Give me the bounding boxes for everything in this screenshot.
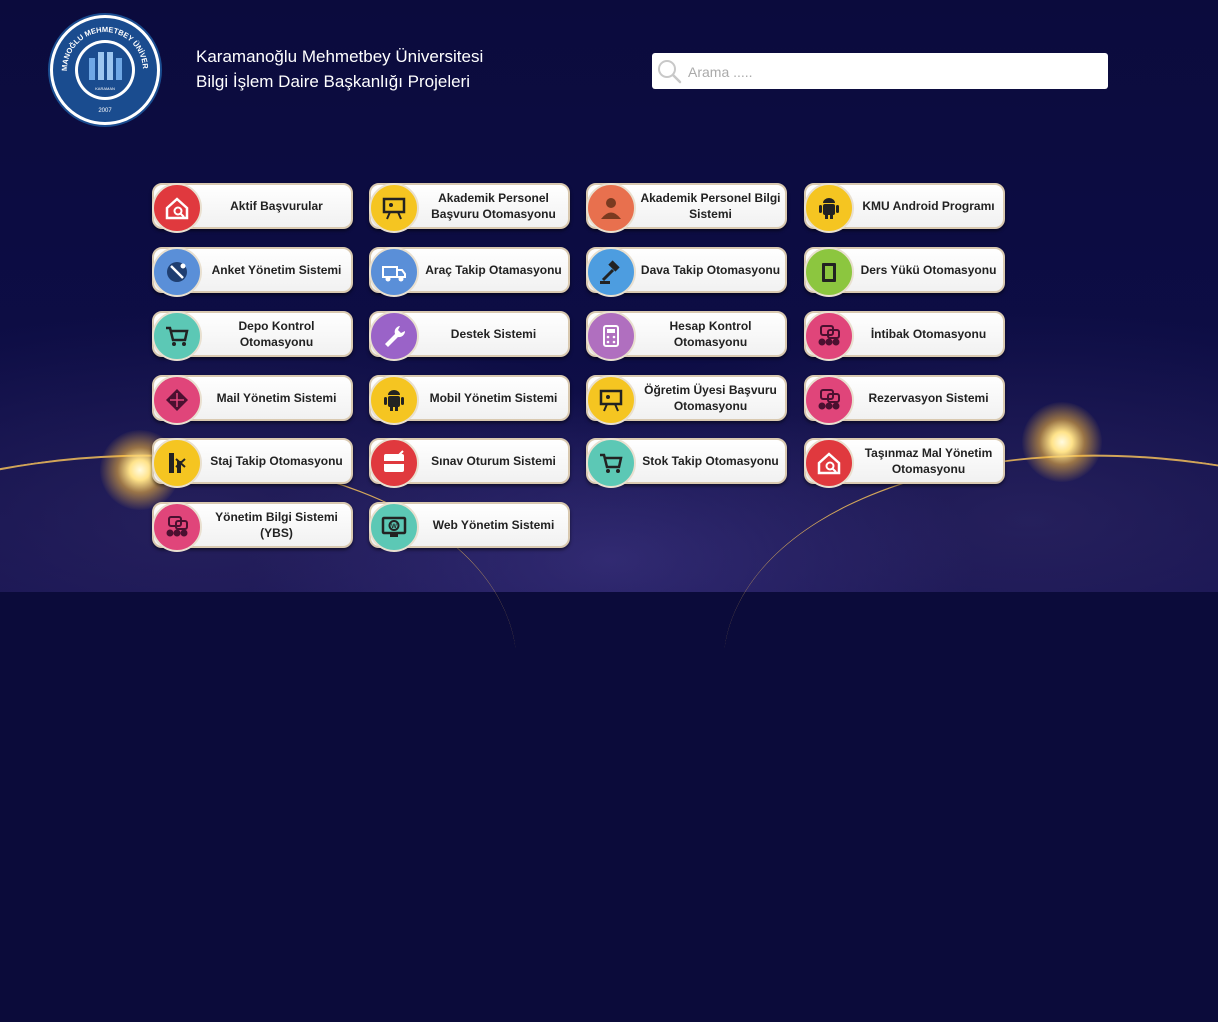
project-link[interactable]: Mobil Yönetim Sistemi xyxy=(369,375,570,425)
truck-icon xyxy=(369,247,419,297)
project-label: İntibak Otomasyonu xyxy=(870,327,987,341)
svg-text:W: W xyxy=(391,524,397,530)
university-logo[interactable]: KARAMANOĞLU MEHMETBEY ÜNİVERSİTESİ KARAM… xyxy=(50,15,160,125)
project-link[interactable]: Akademik Personel Bilgi Sistemi xyxy=(586,183,787,233)
project-link[interactable]: Ders Yükü Otomasyonu xyxy=(804,247,1005,297)
project-label: Web Yönetim Sistemi xyxy=(432,518,555,532)
project-link[interactable]: Stok Takip Otomasyonu xyxy=(586,438,787,488)
project-link[interactable]: Rezervasyon Sistemi xyxy=(804,375,1005,425)
project-label: Dava Takip Otomasyonu xyxy=(640,263,781,277)
shopping-cart-icon xyxy=(586,438,636,488)
project-label: Mobil Yönetim Sistemi xyxy=(429,391,558,405)
gavel-icon xyxy=(586,247,636,297)
project-link[interactable]: Mail Yönetim Sistemi xyxy=(152,375,353,425)
project-label: KMU Android Programı xyxy=(862,199,995,213)
user-silhouette-icon xyxy=(586,183,636,233)
house-search-icon xyxy=(152,183,202,233)
project-link[interactable]: Öğretim Üyesi Başvuru Otomasyonu xyxy=(586,375,787,425)
project-label: Destek Sistemi xyxy=(450,327,537,341)
wrench-icon xyxy=(369,311,419,361)
shopping-cart-icon xyxy=(152,311,202,361)
search-input[interactable] xyxy=(686,53,1100,91)
site-title-line1: Karamanoğlu Mehmetbey Üniversitesi xyxy=(196,47,484,66)
android-icon xyxy=(369,375,419,425)
android-icon xyxy=(804,183,854,233)
project-link[interactable]: Taşınmaz Mal Yönetim Otomasyonu xyxy=(804,438,1005,488)
project-label: Staj Takip Otomasyonu xyxy=(210,454,343,468)
org-chart-icon xyxy=(152,438,202,488)
project-label: Akademik Personel Başvuru Otomasyonu xyxy=(431,191,556,221)
project-link[interactable]: İntibak Otomasyonu xyxy=(804,311,1005,361)
project-label: Mail Yönetim Sistemi xyxy=(216,391,337,405)
logo-city: KARAMAN xyxy=(95,86,115,91)
search-icon xyxy=(656,58,682,89)
project-label: Rezervasyon Sistemi xyxy=(868,391,989,405)
book-icon xyxy=(804,247,854,297)
project-label: Ders Yükü Otomasyonu xyxy=(860,263,997,277)
project-link[interactable]: Yönetim Bilgi Sistemi (YBS) xyxy=(152,502,353,552)
project-label: Öğretim Üyesi Başvuru Otomasyonu xyxy=(644,383,777,413)
project-label: Anket Yönetim Sistemi xyxy=(211,263,342,277)
project-label: Yönetim Bilgi Sistemi (YBS) xyxy=(215,510,338,540)
envelope-icon xyxy=(152,375,202,425)
project-label: Taşınmaz Mal Yönetim Otomasyonu xyxy=(864,446,993,476)
calculator-icon xyxy=(586,311,636,361)
project-link[interactable]: Araç Takip Otamasyonu xyxy=(369,247,570,297)
project-link[interactable]: W Web Yönetim Sistemi xyxy=(369,502,570,552)
project-link[interactable]: Depo Kontrol Otomasyonu xyxy=(152,311,353,361)
presentation-board-icon xyxy=(369,183,419,233)
light-flare-right xyxy=(1022,402,1102,482)
project-label: Aktif Başvurular xyxy=(230,199,323,213)
people-group-icon xyxy=(804,375,854,425)
project-link[interactable]: Akademik Personel Başvuru Otomasyonu xyxy=(369,183,570,233)
people-group-icon xyxy=(804,311,854,361)
exam-form-icon xyxy=(369,438,419,488)
site-title: Karamanoğlu Mehmetbey Üniversitesi Bilgi… xyxy=(196,44,483,94)
project-link[interactable]: Sınav Oturum Sistemi xyxy=(369,438,570,488)
house-search-icon xyxy=(804,438,854,488)
presentation-board-icon xyxy=(586,375,636,425)
project-label: Akademik Personel Bilgi Sistemi xyxy=(640,191,781,221)
project-link[interactable]: Hesap Kontrol Otomasyonu xyxy=(586,311,787,361)
project-label: Sınav Oturum Sistemi xyxy=(431,454,556,468)
logo-year: 2007 xyxy=(98,108,112,114)
project-label: Hesap Kontrol Otomasyonu xyxy=(669,319,752,349)
project-link[interactable]: Staj Takip Otomasyonu xyxy=(152,438,353,488)
people-group-icon xyxy=(152,502,202,552)
project-label: Depo Kontrol Otomasyonu xyxy=(238,319,315,349)
project-label: Stok Takip Otomasyonu xyxy=(642,454,779,468)
project-link[interactable]: KMU Android Programı xyxy=(804,183,1005,233)
site-title-line2: Bilgi İşlem Daire Başkanlığı Projeleri xyxy=(196,72,470,91)
project-link[interactable]: Aktif Başvurular xyxy=(152,183,353,233)
project-label: Araç Takip Otamasyonu xyxy=(425,263,562,277)
satellite-dish-icon xyxy=(152,247,202,297)
project-link[interactable]: Dava Takip Otomasyonu xyxy=(586,247,787,297)
search-box[interactable] xyxy=(652,53,1108,91)
project-link[interactable]: Anket Yönetim Sistemi xyxy=(152,247,353,297)
project-link[interactable]: Destek Sistemi xyxy=(369,311,570,361)
web-monitor-icon: W xyxy=(369,502,419,552)
